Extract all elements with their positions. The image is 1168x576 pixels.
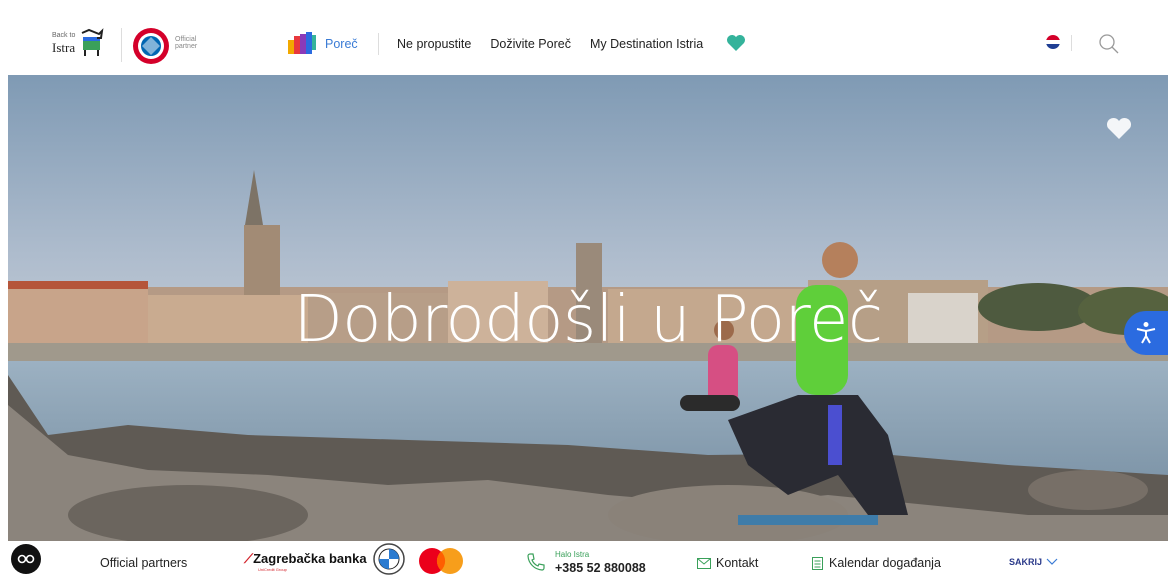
kalendar-link[interactable]: Kalendar događanja (812, 556, 941, 570)
porec-logo-icon[interactable] (288, 32, 316, 54)
croatian-flag-icon[interactable] (1046, 35, 1060, 49)
nav-dozivite-porec[interactable]: Doživite Poreč (490, 37, 571, 51)
zaba-subtitle: UniCredit Group (258, 567, 287, 572)
zaba-mark-icon: ⟋ (244, 551, 254, 566)
kontakt-link[interactable]: Kontakt (697, 556, 758, 570)
back-big-label: Istra (52, 40, 76, 55)
back-small-label: Back to (52, 32, 76, 39)
main-nav: Ne propustite Doživite Poreč My Destinat… (397, 37, 722, 51)
divider (121, 28, 122, 62)
nav-my-destination-istria[interactable]: My Destination Istria (590, 37, 703, 51)
mail-icon (697, 557, 711, 569)
official-partners-label: Official partners (100, 556, 188, 570)
phone-icon (527, 553, 545, 571)
halo-istra-label: Halo Istra (555, 550, 590, 559)
fc-bayern-logo[interactable] (132, 27, 170, 65)
hide-footer-button[interactable]: SAKRIJ (1009, 557, 1058, 567)
bmw-logo[interactable] (373, 543, 405, 575)
accessibility-button[interactable] (1124, 311, 1168, 355)
hero-banner: Dobrodošli u Poreč (8, 75, 1168, 541)
official-partner-label: Official partner (175, 36, 198, 50)
calendar-icon (812, 556, 823, 570)
accessibility-icon (1136, 322, 1156, 344)
phone-number[interactable]: +385 52 880088 (555, 561, 646, 575)
mastercard-logo[interactable] (418, 547, 464, 575)
site-header: Back to Istra Official partner Poreč Ne … (0, 0, 1168, 75)
back-to-istra-link[interactable]: Back to Istra (52, 28, 105, 58)
nav-ne-propustite[interactable]: Ne propustite (397, 37, 471, 51)
search-icon[interactable] (1098, 33, 1120, 55)
heart-icon[interactable] (1105, 117, 1133, 141)
istra-goat-logo (81, 28, 104, 56)
heart-icon (727, 35, 745, 51)
nav-porec-link[interactable]: Poreč (325, 37, 358, 51)
zaba-logo[interactable]: ⟋Zagrebačka banka (244, 551, 367, 567)
infinity-icon (17, 554, 35, 564)
hero-title: Dobrodošli u Poreč (293, 283, 884, 357)
co-badge[interactable] (11, 544, 41, 574)
divider (1071, 35, 1072, 51)
divider (378, 33, 379, 55)
chevron-down-icon (1046, 558, 1058, 565)
